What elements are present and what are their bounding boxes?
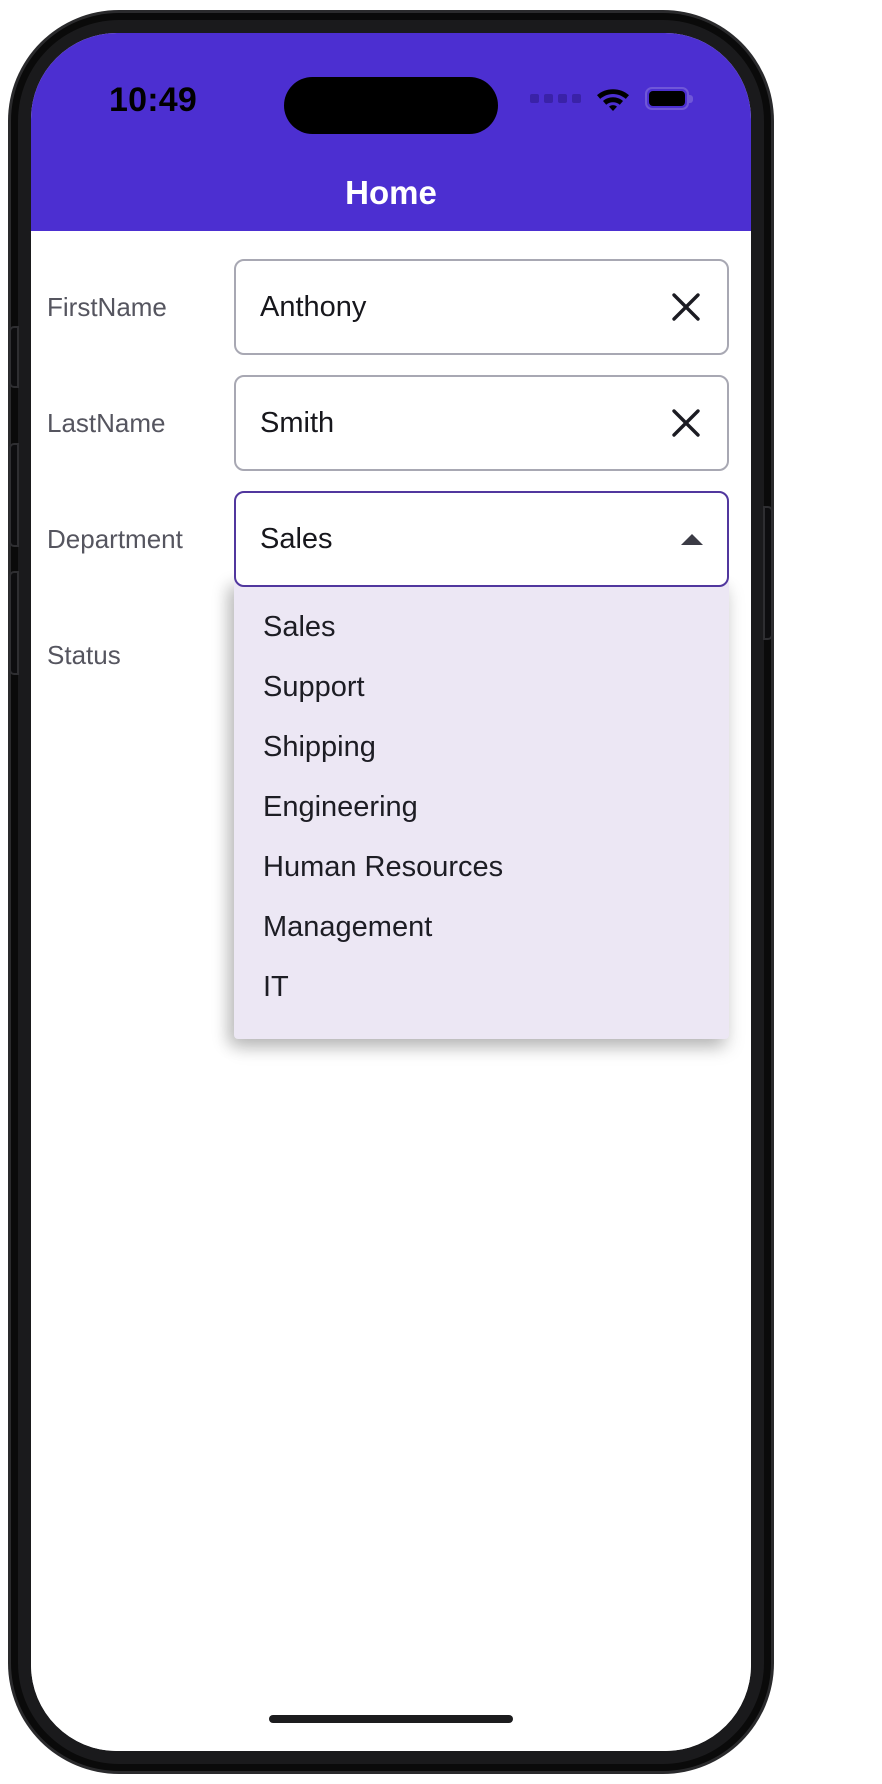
chevron-up-icon[interactable] bbox=[681, 533, 703, 545]
power-button[interactable] bbox=[765, 508, 771, 638]
volume-up-button[interactable] bbox=[11, 445, 17, 545]
signal-dots-icon bbox=[530, 93, 581, 103]
lastname-value: Smith bbox=[260, 406, 335, 439]
dropdown-option[interactable]: IT bbox=[234, 957, 729, 1017]
close-icon[interactable] bbox=[669, 290, 703, 324]
department-selected-value: Sales bbox=[260, 522, 333, 555]
label-department: Department bbox=[47, 523, 183, 554]
status-bar-time: 10:49 bbox=[109, 81, 197, 119]
dropdown-option[interactable]: Sales bbox=[234, 597, 729, 657]
field-control-lastname: Smith bbox=[234, 375, 729, 471]
silent-switch-button[interactable] bbox=[11, 328, 17, 386]
dropdown-option[interactable]: Human Resources bbox=[234, 837, 729, 897]
form-row-firstname: FirstName Anthony bbox=[31, 249, 751, 365]
battery-fill bbox=[649, 90, 685, 106]
app-header: Home bbox=[31, 155, 751, 231]
department-dropdown-list: Sales Support Shipping Engineering Human… bbox=[234, 579, 729, 1039]
dynamic-island bbox=[284, 77, 498, 134]
battery-icon bbox=[645, 86, 693, 110]
field-control-department: Sales bbox=[234, 491, 729, 587]
dropdown-option[interactable]: Shipping bbox=[234, 717, 729, 777]
label-lastname: LastName bbox=[47, 407, 166, 438]
field-control-firstname: Anthony bbox=[234, 259, 729, 355]
form-row-department: Department Sales bbox=[31, 481, 751, 597]
close-icon[interactable] bbox=[669, 406, 703, 440]
label-firstname: FirstName bbox=[47, 291, 167, 322]
firstname-input[interactable]: Anthony bbox=[234, 259, 729, 355]
volume-down-button[interactable] bbox=[11, 573, 17, 673]
dropdown-option[interactable]: Management bbox=[234, 897, 729, 957]
department-select[interactable]: Sales bbox=[234, 491, 729, 587]
firstname-value: Anthony bbox=[260, 290, 367, 323]
wifi-icon bbox=[597, 89, 629, 111]
status-bar-indicators bbox=[530, 85, 693, 111]
dropdown-option[interactable]: Engineering bbox=[234, 777, 729, 837]
dropdown-option[interactable]: Support bbox=[234, 657, 729, 717]
home-indicator[interactable] bbox=[269, 1715, 513, 1723]
form-area: FirstName Anthony LastName Smith Departm… bbox=[31, 231, 751, 1751]
status-bar: 10:49 bbox=[31, 33, 751, 155]
label-status: Status bbox=[47, 639, 121, 670]
phone-screen: 10:49 Home FirstName Anthony LastName Sm… bbox=[31, 33, 751, 1751]
lastname-input[interactable]: Smith bbox=[234, 375, 729, 471]
form-row-lastname: LastName Smith bbox=[31, 365, 751, 481]
phone-frame: 10:49 Home FirstName Anthony LastName Sm… bbox=[11, 13, 771, 1771]
page-title: Home bbox=[345, 174, 437, 211]
